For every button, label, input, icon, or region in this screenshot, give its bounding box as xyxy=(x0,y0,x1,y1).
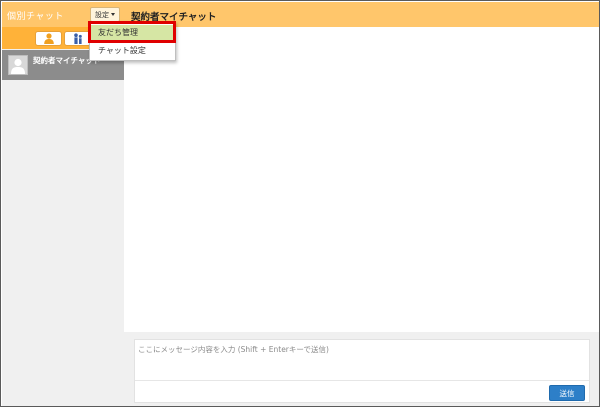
settings-dropdown-menu: 友だち管理 チャット設定 xyxy=(89,21,176,61)
tab-group[interactable] xyxy=(64,31,91,46)
tab-individual[interactable] xyxy=(35,31,62,46)
chat-header: 契約者マイチャット xyxy=(124,2,599,27)
message-input-box: 送信 xyxy=(134,339,590,403)
sidebar-title: 個別チャット xyxy=(7,12,64,22)
app-window: 個別チャット 設定 契約者マイチャット 契約者マイチャット ここにメッセージ内容… xyxy=(0,0,600,407)
message-input[interactable] xyxy=(138,344,586,378)
caret-down-icon xyxy=(111,13,115,16)
menu-item-friends-management[interactable]: 友だち管理 xyxy=(90,25,175,41)
settings-button[interactable]: 設定 xyxy=(90,7,120,22)
group-icon xyxy=(73,33,82,44)
chat-panel: 契約者マイチャット 送信 xyxy=(124,2,599,406)
menu-item-chat-settings[interactable]: チャット設定 xyxy=(90,43,175,59)
user-silhouette-icon xyxy=(11,58,25,74)
send-button[interactable]: 送信 xyxy=(549,385,585,401)
avatar xyxy=(8,55,28,75)
compose-area: 送信 xyxy=(124,332,599,406)
divider xyxy=(135,380,589,381)
settings-label: 設定 xyxy=(95,10,109,19)
person-icon xyxy=(43,33,54,44)
sidebar: 個別チャット 設定 契約者マイチャット xyxy=(2,2,124,406)
